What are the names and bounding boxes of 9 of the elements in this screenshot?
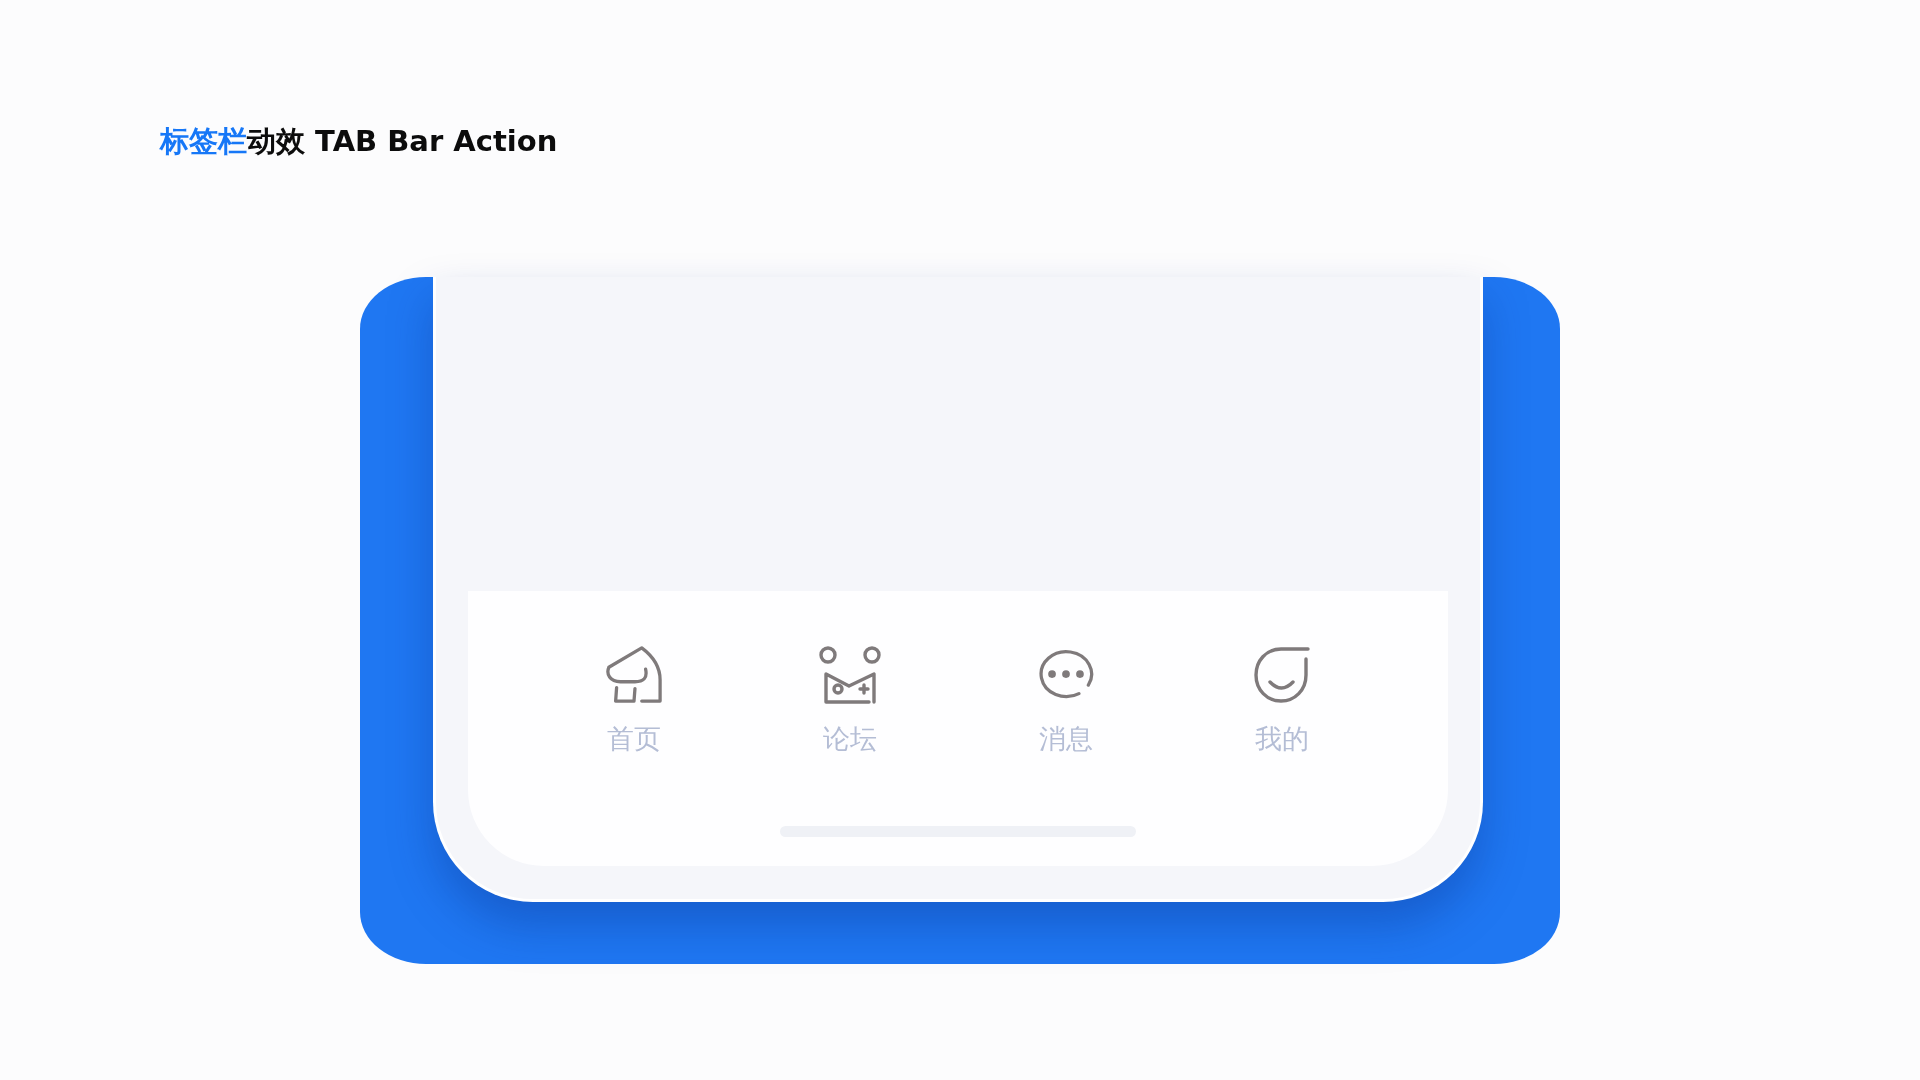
smiley-icon <box>1254 647 1310 703</box>
game-controller-icon <box>819 646 881 704</box>
tab-item[interactable]: 消息 <box>1037 645 1095 755</box>
home-icon <box>605 646 663 704</box>
chat-bubble-icon <box>1037 649 1095 701</box>
tab-item[interactable]: 论坛 <box>819 645 881 755</box>
tab-item[interactable]: 首页 <box>605 645 663 755</box>
page-title: 标签栏动效 TAB Bar Action <box>160 123 558 159</box>
tab-item[interactable]: 我的 <box>1254 645 1310 755</box>
